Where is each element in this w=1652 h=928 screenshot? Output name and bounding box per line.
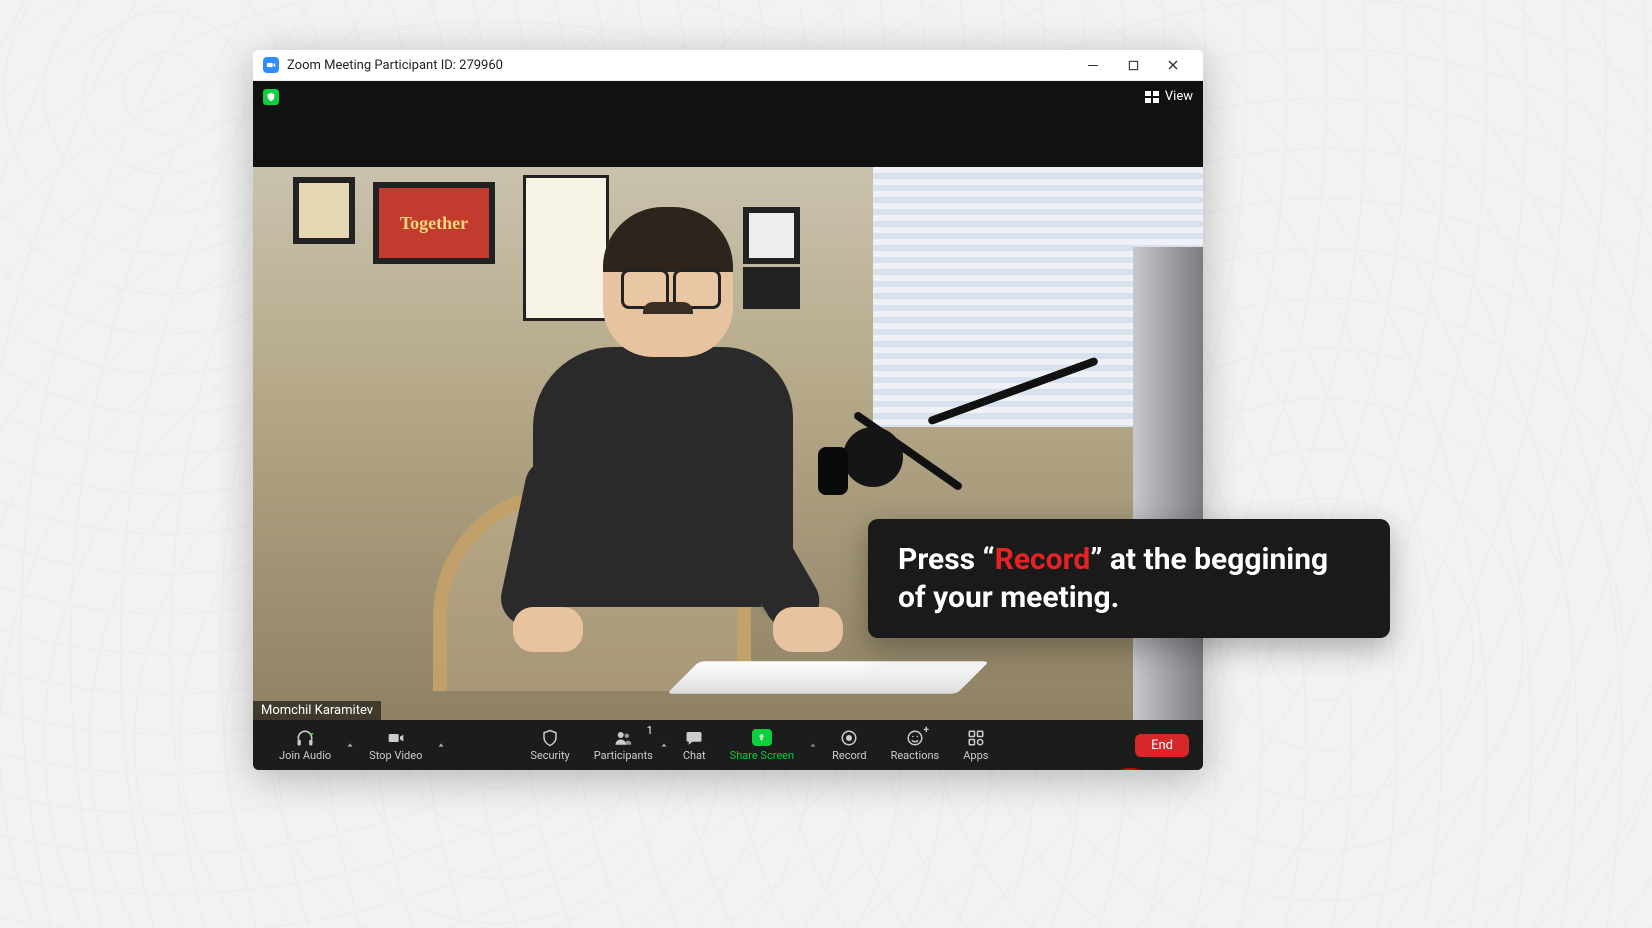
join-audio-label: Join Audio xyxy=(279,749,331,762)
participants-count: 1 xyxy=(647,724,653,737)
bg-keyboard xyxy=(667,661,990,694)
record-icon xyxy=(839,729,859,747)
security-label: Security xyxy=(530,749,569,762)
reactions-button[interactable]: + Reactions xyxy=(879,720,952,770)
meeting-content: View Momchil Kara xyxy=(253,81,1203,770)
headphones-icon xyxy=(295,729,315,747)
participant-name-label: Momchil Karamitev xyxy=(253,701,381,720)
bg-microphone xyxy=(818,447,848,495)
participants-button[interactable]: 1 Participants xyxy=(582,720,657,770)
annotation-prefix: Press “ xyxy=(898,542,995,577)
join-audio-button[interactable]: Join Audio xyxy=(267,720,343,770)
shield-icon xyxy=(540,729,560,747)
participants-options-chevron[interactable] xyxy=(657,720,671,770)
share-screen-label: Share Screen xyxy=(730,749,794,762)
audio-options-chevron[interactable] xyxy=(343,720,357,770)
bg-pop-filter xyxy=(843,427,903,487)
grid-icon xyxy=(1145,91,1159,103)
chat-icon xyxy=(684,729,704,747)
security-button[interactable]: Security xyxy=(518,720,581,770)
window-title: Zoom Meeting Participant ID: 279960 xyxy=(287,58,503,73)
annotation-highlight: Record xyxy=(995,542,1091,577)
apps-button[interactable]: Apps xyxy=(951,720,1000,770)
stop-video-button[interactable]: Stop Video xyxy=(357,720,434,770)
apps-label: Apps xyxy=(963,749,988,762)
record-button[interactable]: Record xyxy=(820,720,878,770)
share-options-chevron[interactable] xyxy=(806,720,820,770)
view-label: View xyxy=(1165,89,1193,104)
close-button[interactable] xyxy=(1153,50,1193,80)
tutorial-annotation: Press “Record” at the beggining of your … xyxy=(868,519,1390,638)
record-label: Record xyxy=(832,749,866,762)
participant-avatar xyxy=(473,207,833,707)
video-camera-icon xyxy=(386,729,406,747)
encryption-shield-icon[interactable] xyxy=(263,89,279,105)
reactions-label: Reactions xyxy=(891,749,940,762)
end-label: End xyxy=(1151,738,1173,753)
share-screen-icon xyxy=(752,729,772,747)
zoom-app-icon xyxy=(263,57,279,73)
stop-video-label: Stop Video xyxy=(369,749,422,762)
participants-icon xyxy=(613,729,633,747)
video-options-chevron[interactable] xyxy=(434,720,448,770)
maximize-button[interactable] xyxy=(1113,50,1153,80)
reactions-icon: + xyxy=(905,729,925,747)
minimize-button[interactable] xyxy=(1073,50,1113,80)
share-screen-button[interactable]: Share Screen xyxy=(718,720,806,770)
window-titlebar: Zoom Meeting Participant ID: 279960 xyxy=(253,50,1203,81)
bg-monitor xyxy=(1133,247,1203,720)
chat-label: Chat xyxy=(683,749,706,762)
bg-wall-frame xyxy=(293,177,355,244)
meeting-controls: Join Audio Stop Video Security xyxy=(253,720,1203,770)
zoom-window: Zoom Meeting Participant ID: 279960 View xyxy=(253,50,1203,770)
meeting-topbar: View xyxy=(253,81,1203,167)
view-button[interactable]: View xyxy=(1145,89,1193,104)
chat-button[interactable]: Chat xyxy=(671,720,718,770)
participants-label: Participants xyxy=(594,749,653,762)
end-button[interactable]: End xyxy=(1135,734,1189,757)
apps-icon xyxy=(966,729,986,747)
